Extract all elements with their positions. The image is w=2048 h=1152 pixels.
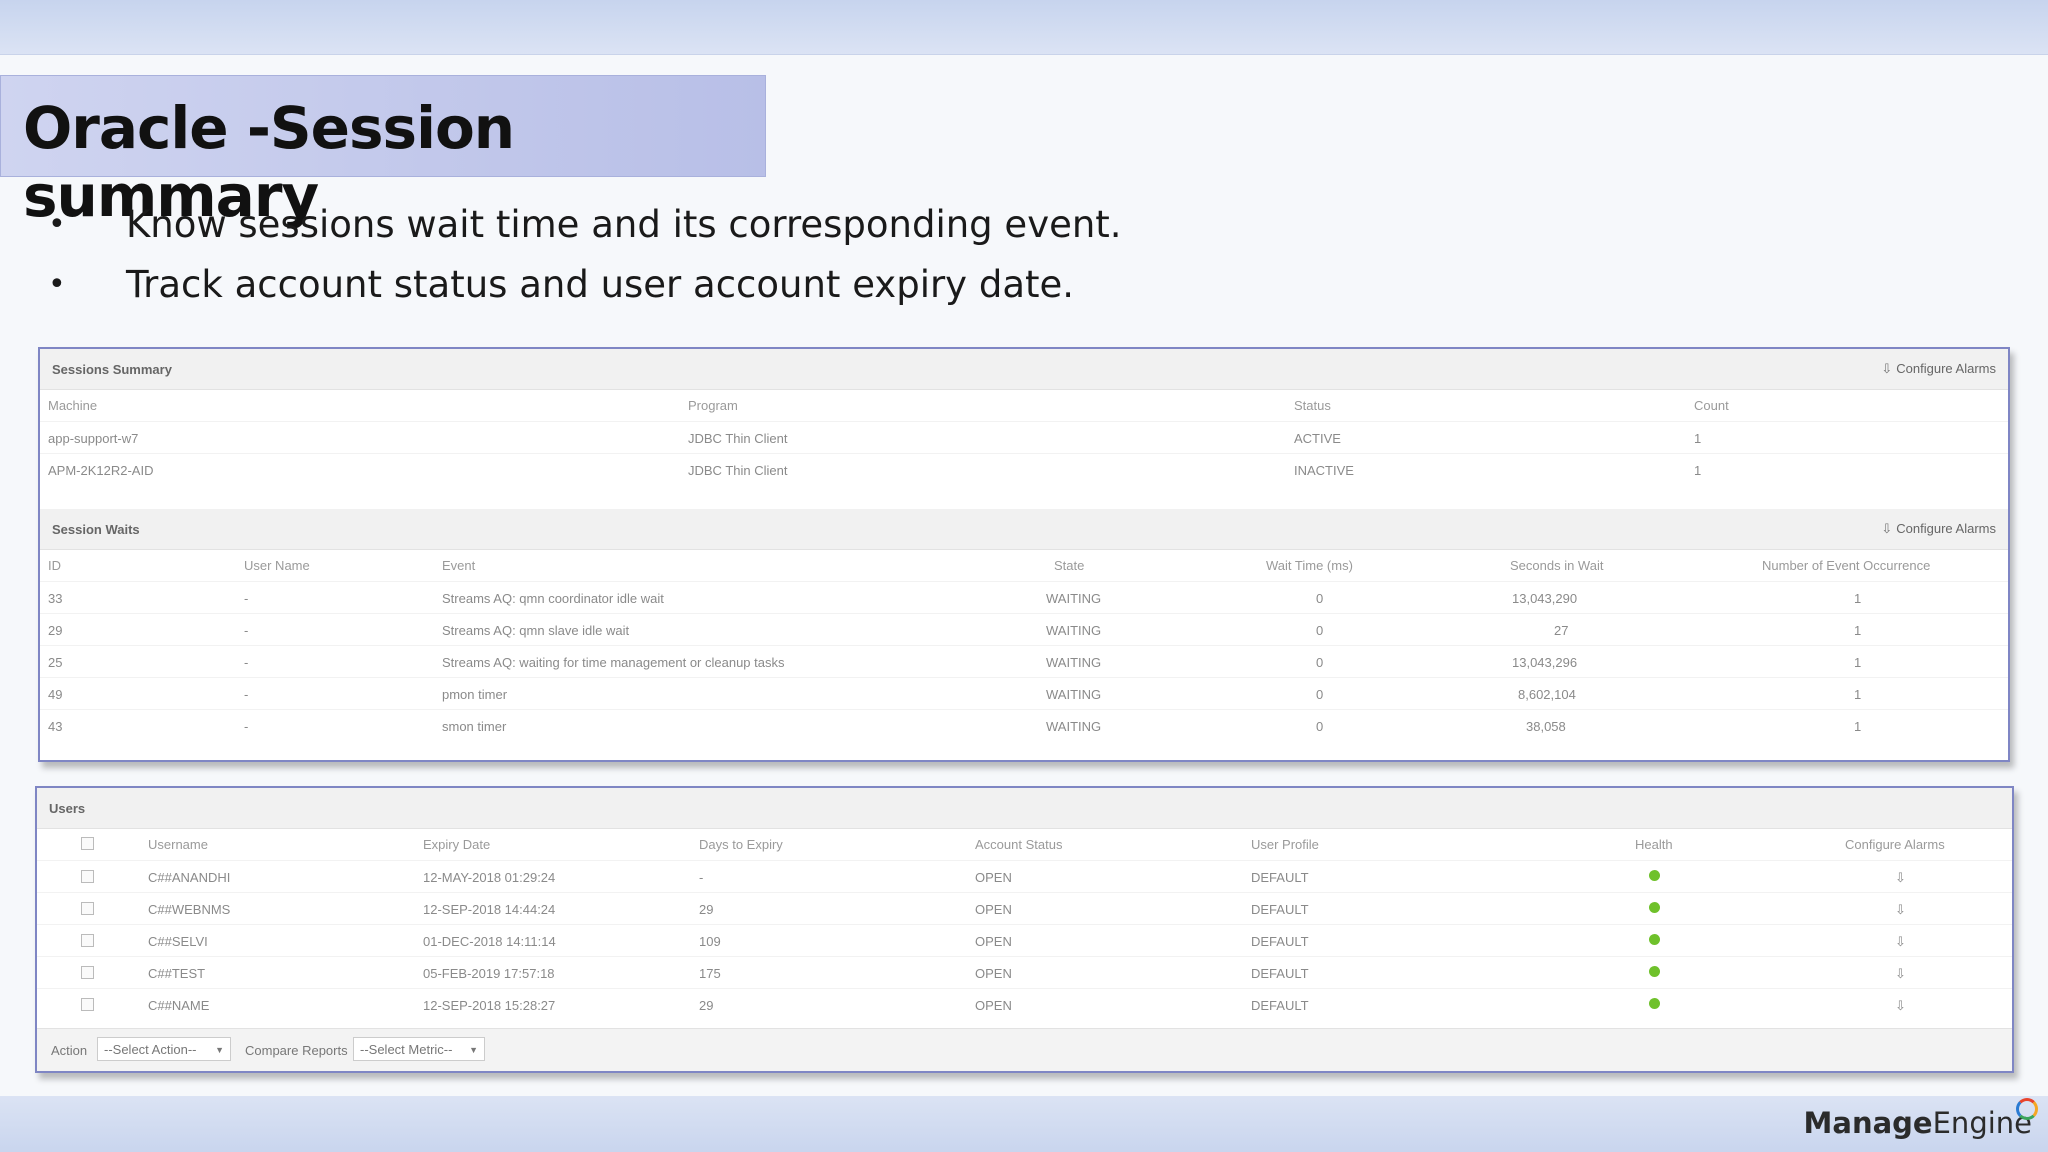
health-dot-icon xyxy=(1649,998,1660,1009)
users-column-headers: Username Expiry Date Days to Expiry Acco… xyxy=(37,828,2012,860)
table-row: 43 - smon timer WAITING 0 38,058 1 xyxy=(40,709,2008,742)
row-checkbox[interactable] xyxy=(81,966,94,979)
row-checkbox[interactable] xyxy=(81,934,94,947)
configure-alarm-icon[interactable]: ⇩ xyxy=(1895,998,1906,1014)
table-row: C##TEST 05-FEB-2019 17:57:18 175 OPEN DE… xyxy=(37,956,2012,989)
configure-alarm-icon[interactable]: ⇩ xyxy=(1895,902,1906,918)
table-row: 29 - Streams AQ: qmn slave idle wait WAI… xyxy=(40,613,2008,646)
chevron-down-icon: ▼ xyxy=(469,1045,478,1055)
configure-alarm-icon[interactable]: ⇩ xyxy=(1895,966,1906,982)
row-checkbox[interactable] xyxy=(81,998,94,1011)
table-row: APM-2K12R2-AID JDBC Thin Client INACTIVE… xyxy=(40,453,2008,486)
table-row: app-support-w7 JDBC Thin Client ACTIVE 1 xyxy=(40,421,2008,454)
bottom-band xyxy=(0,1096,2048,1152)
alarm-icon: ⇩ xyxy=(1881,361,1893,376)
manageengine-logo: ManageEngine xyxy=(1804,1098,2038,1140)
compare-reports-select[interactable]: --Select Metric-- ▼ xyxy=(353,1037,485,1061)
users-footer-bar: Action --Select Action-- ▼ Compare Repor… xyxy=(37,1028,2012,1071)
configure-alarms-link[interactable]: ⇩ Configure Alarms xyxy=(1881,361,1996,377)
table-row: C##SELVI 01-DEC-2018 14:11:14 109 OPEN D… xyxy=(37,924,2012,957)
session-waits-header: Session Waits ⇩ Configure Alarms xyxy=(40,509,2008,550)
table-row: C##ANANDHI 12-MAY-2018 01:29:24 - OPEN D… xyxy=(37,860,2012,893)
logo-arc-icon xyxy=(2016,1098,2038,1120)
health-dot-icon xyxy=(1649,902,1660,913)
chevron-down-icon: ▼ xyxy=(215,1045,224,1055)
configure-alarm-icon[interactable]: ⇩ xyxy=(1895,934,1906,950)
health-dot-icon xyxy=(1649,934,1660,945)
health-dot-icon xyxy=(1649,870,1660,881)
health-dot-icon xyxy=(1649,966,1660,977)
bullet-dot-icon: • xyxy=(48,207,66,242)
row-checkbox[interactable] xyxy=(81,902,94,915)
table-row: C##NAME 12-SEP-2018 15:28:27 29 OPEN DEF… xyxy=(37,988,2012,1021)
bullet-dot-icon: • xyxy=(48,267,66,302)
sessions-summary-column-headers: Machine Program Status Count xyxy=(48,398,1729,413)
table-row: 33 - Streams AQ: qmn coordinator idle wa… xyxy=(40,581,2008,614)
users-panel: Users Username Expiry Date Days to Expir… xyxy=(35,786,2014,1073)
sessions-summary-header: Sessions Summary ⇩ Configure Alarms xyxy=(40,349,2008,390)
configure-alarm-icon[interactable]: ⇩ xyxy=(1895,870,1906,886)
top-band xyxy=(0,0,2048,55)
users-header: Users xyxy=(37,788,2012,829)
sessions-panel: Sessions Summary ⇩ Configure Alarms Machi… xyxy=(38,347,2010,762)
configure-alarms-link[interactable]: ⇩ Configure Alarms xyxy=(1881,521,1996,537)
session-waits-column-headers: ID User Name Event State Wait Time (ms) … xyxy=(48,558,1931,573)
table-row: 25 - Streams AQ: waiting for time manage… xyxy=(40,645,2008,678)
action-select[interactable]: --Select Action-- ▼ xyxy=(97,1037,231,1061)
alarm-icon: ⇩ xyxy=(1881,521,1893,536)
row-checkbox[interactable] xyxy=(81,870,94,883)
table-row: C##WEBNMS 12-SEP-2018 14:44:24 29 OPEN D… xyxy=(37,892,2012,925)
table-row: 49 - pmon timer WAITING 0 8,602,104 1 xyxy=(40,677,2008,710)
select-all-checkbox[interactable] xyxy=(81,837,94,850)
slide-title-box: Oracle -Session summary xyxy=(0,75,766,230)
